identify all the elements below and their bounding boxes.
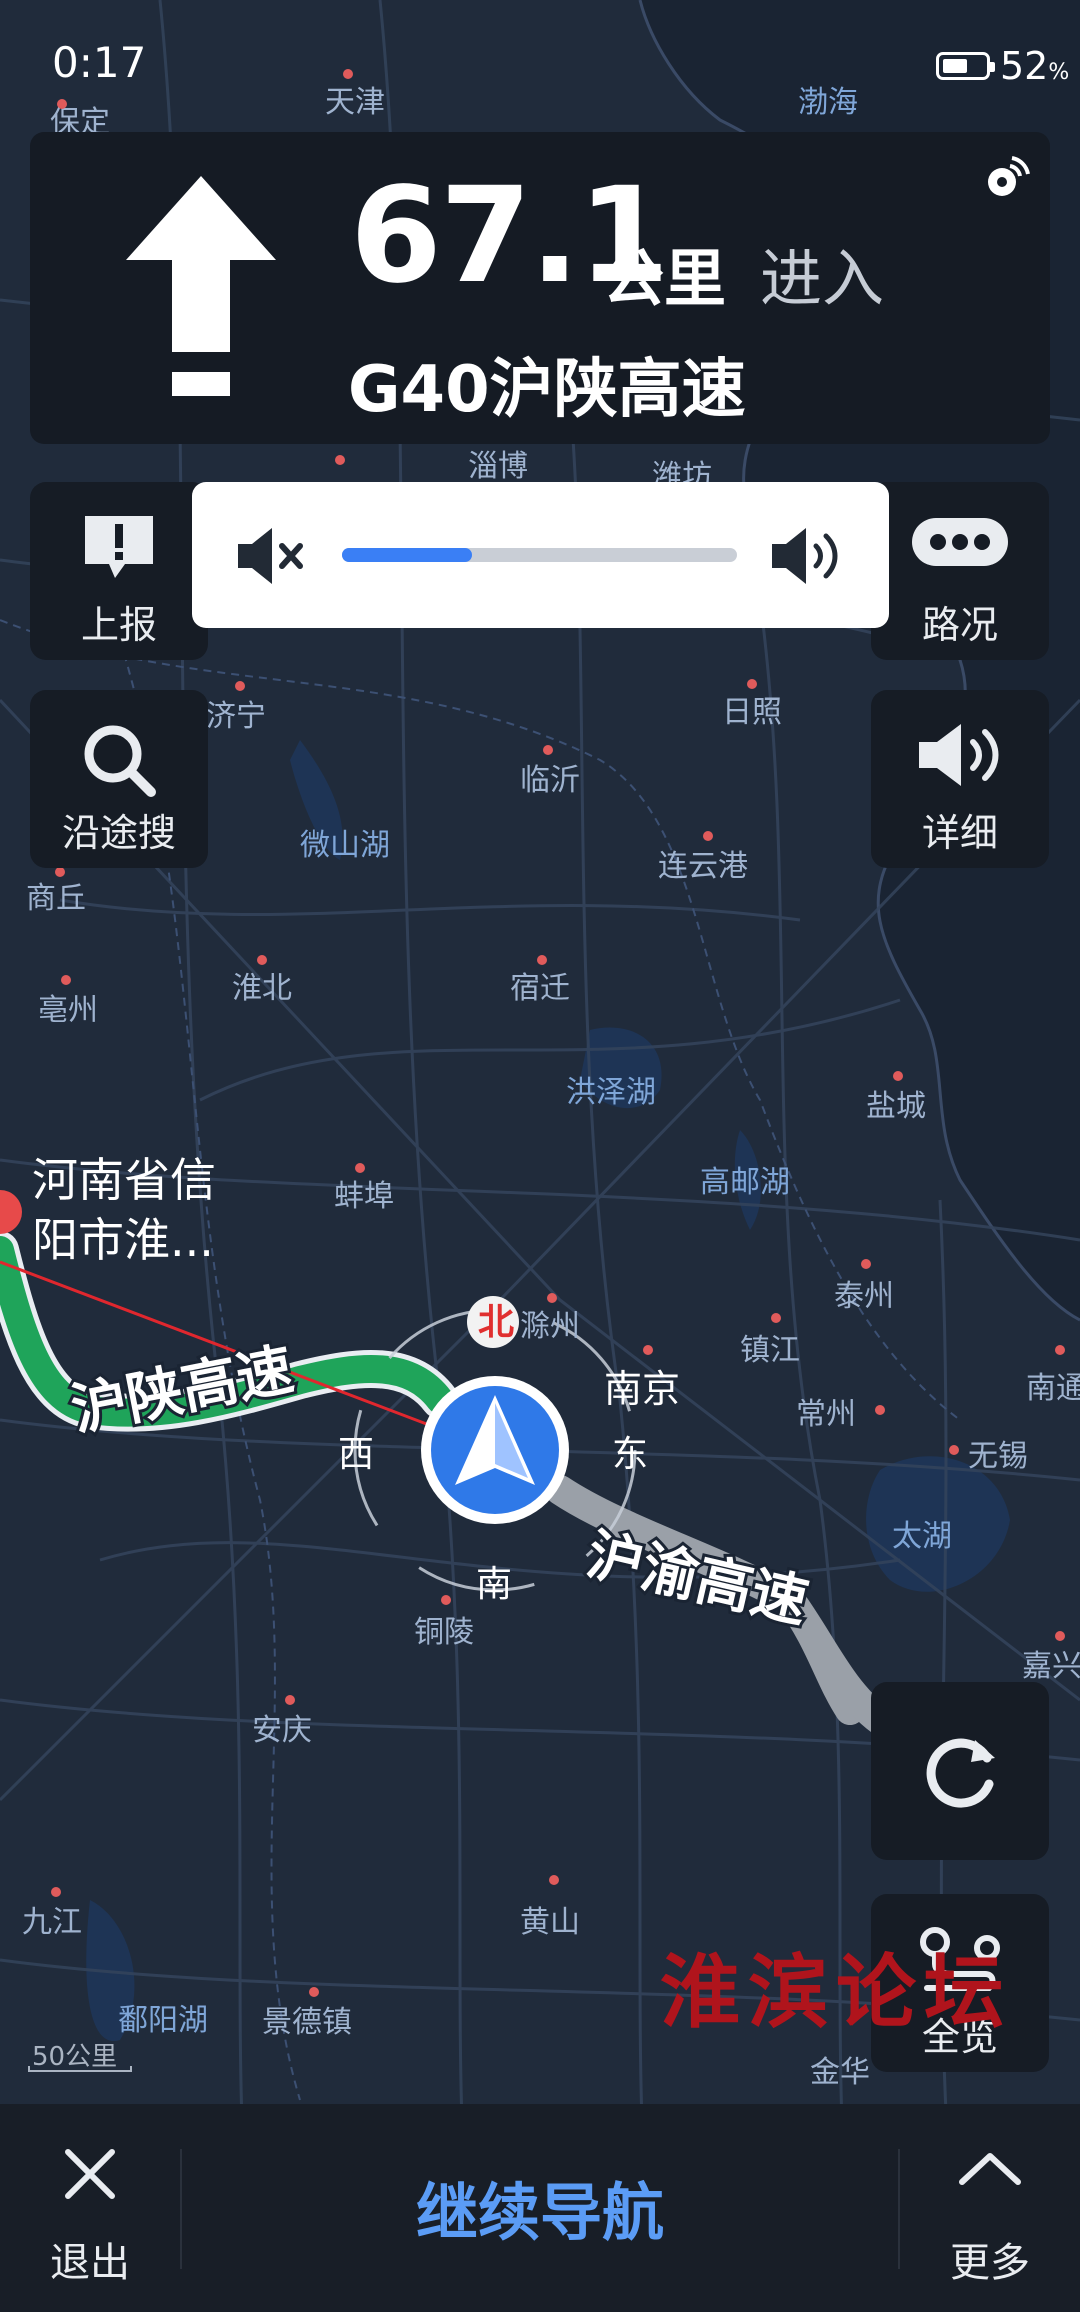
status-bar: 0:17 52%: [0, 0, 1080, 120]
mute-icon[interactable]: [236, 526, 306, 586]
destination-label-line1: 河南省信: [32, 1153, 216, 1207]
city-label: 洪泽湖: [566, 1075, 656, 1110]
report-label: 上报: [80, 603, 157, 647]
more-button[interactable]: 更多: [930, 2134, 1050, 2286]
city-label: 九江: [22, 1905, 82, 1940]
close-icon: [65, 2149, 115, 2199]
city-label: 无锡: [968, 1439, 1028, 1474]
watermark: 淮滨论坛: [660, 1945, 1012, 2039]
divider: [180, 2149, 182, 2269]
exit-label: 退出: [50, 2240, 130, 2286]
city-label: 临沂: [520, 763, 580, 798]
city-label: 鄱阳湖: [118, 2003, 208, 2038]
compass-north: 北: [478, 1302, 514, 1343]
traffic-dots-icon: [912, 518, 1008, 566]
city-label: 高邮湖: [700, 1165, 790, 1200]
map-scale: 50公里: [28, 2036, 134, 2072]
battery-icon: [936, 52, 995, 80]
volume-slider[interactable]: [342, 548, 737, 562]
city-label: 滁州: [520, 1309, 580, 1344]
city-label: 泰州: [834, 1279, 894, 1314]
maneuver-action: 进入: [760, 242, 885, 315]
search-icon: [84, 725, 156, 797]
city-label: 微山湖: [300, 828, 390, 863]
traffic-label: 路况: [921, 603, 998, 647]
city-label: 太湖: [892, 1519, 952, 1554]
speaker-icon: [919, 724, 999, 786]
detail-label: 详细: [921, 811, 998, 855]
satellite-signal-icon: [988, 156, 1030, 196]
distance-unit: 公里: [602, 242, 727, 315]
city-label: 铜陵: [414, 1615, 474, 1650]
city-label: 常州: [796, 1397, 856, 1432]
destination-label-line2: 阳市淮...: [32, 1213, 214, 1267]
city-label: 商丘: [26, 881, 86, 916]
report-button[interactable]: 上报: [30, 482, 208, 660]
city-label: 南通: [1026, 1371, 1080, 1406]
next-road-name: G40沪陕高速: [348, 353, 746, 427]
guidance-panel[interactable]: 67.1 公里 进入 G40沪陕高速: [30, 132, 1050, 444]
city-label: 黄山: [520, 1905, 580, 1940]
report-alert-icon: [85, 516, 153, 578]
city-label: 济宁: [206, 699, 266, 734]
volume-slider-fill: [342, 548, 473, 562]
city-label: 淮北: [232, 971, 292, 1006]
chevron-up-icon: [959, 2153, 1021, 2185]
city-label: 金华: [810, 2055, 870, 2090]
city-label: 镇江: [740, 1333, 800, 1368]
city-label: 亳州: [38, 993, 98, 1028]
search-along-button[interactable]: 沿途搜: [30, 690, 208, 868]
battery-percent: 52: [1000, 44, 1049, 88]
more-label: 更多: [950, 2240, 1030, 2286]
straight-arrow-icon: [126, 176, 276, 401]
divider: [898, 2149, 900, 2269]
city-label: 连云港: [658, 849, 748, 884]
battery-level: 52%: [1000, 44, 1069, 88]
compass-west: 西: [338, 1434, 374, 1475]
search-along-label: 沿途搜: [61, 811, 176, 855]
city-label: 日照: [722, 695, 782, 730]
compass-south: 南: [476, 1564, 512, 1605]
city-label: 嘉兴: [1022, 1649, 1080, 1684]
exit-button[interactable]: 退出: [30, 2134, 150, 2286]
status-time: 0:17: [52, 38, 147, 87]
volume-max-icon[interactable]: [770, 526, 846, 586]
city-label: 景德镇: [262, 2005, 352, 2040]
traffic-button[interactable]: 路况: [871, 482, 1049, 660]
city-label: 南京: [604, 1367, 680, 1411]
battery-unit: %: [1048, 60, 1070, 85]
continue-navigation-button[interactable]: 继续导航: [300, 2162, 780, 2252]
city-label: 淄博: [468, 449, 528, 484]
compass-east: 东: [612, 1434, 648, 1475]
city-label: 蚌埠: [334, 1179, 394, 1214]
city-label: 宿迁: [510, 971, 570, 1006]
city-label: 安庆: [252, 1713, 312, 1748]
city-label: 盐城: [866, 1089, 926, 1124]
bottom-bar: 退出 继续导航 更多: [0, 2104, 1080, 2312]
volume-popup[interactable]: [192, 482, 889, 628]
reroute-button[interactable]: [871, 1682, 1049, 1860]
refresh-icon: [926, 1738, 995, 1808]
detail-voice-button[interactable]: 详细: [871, 690, 1049, 868]
